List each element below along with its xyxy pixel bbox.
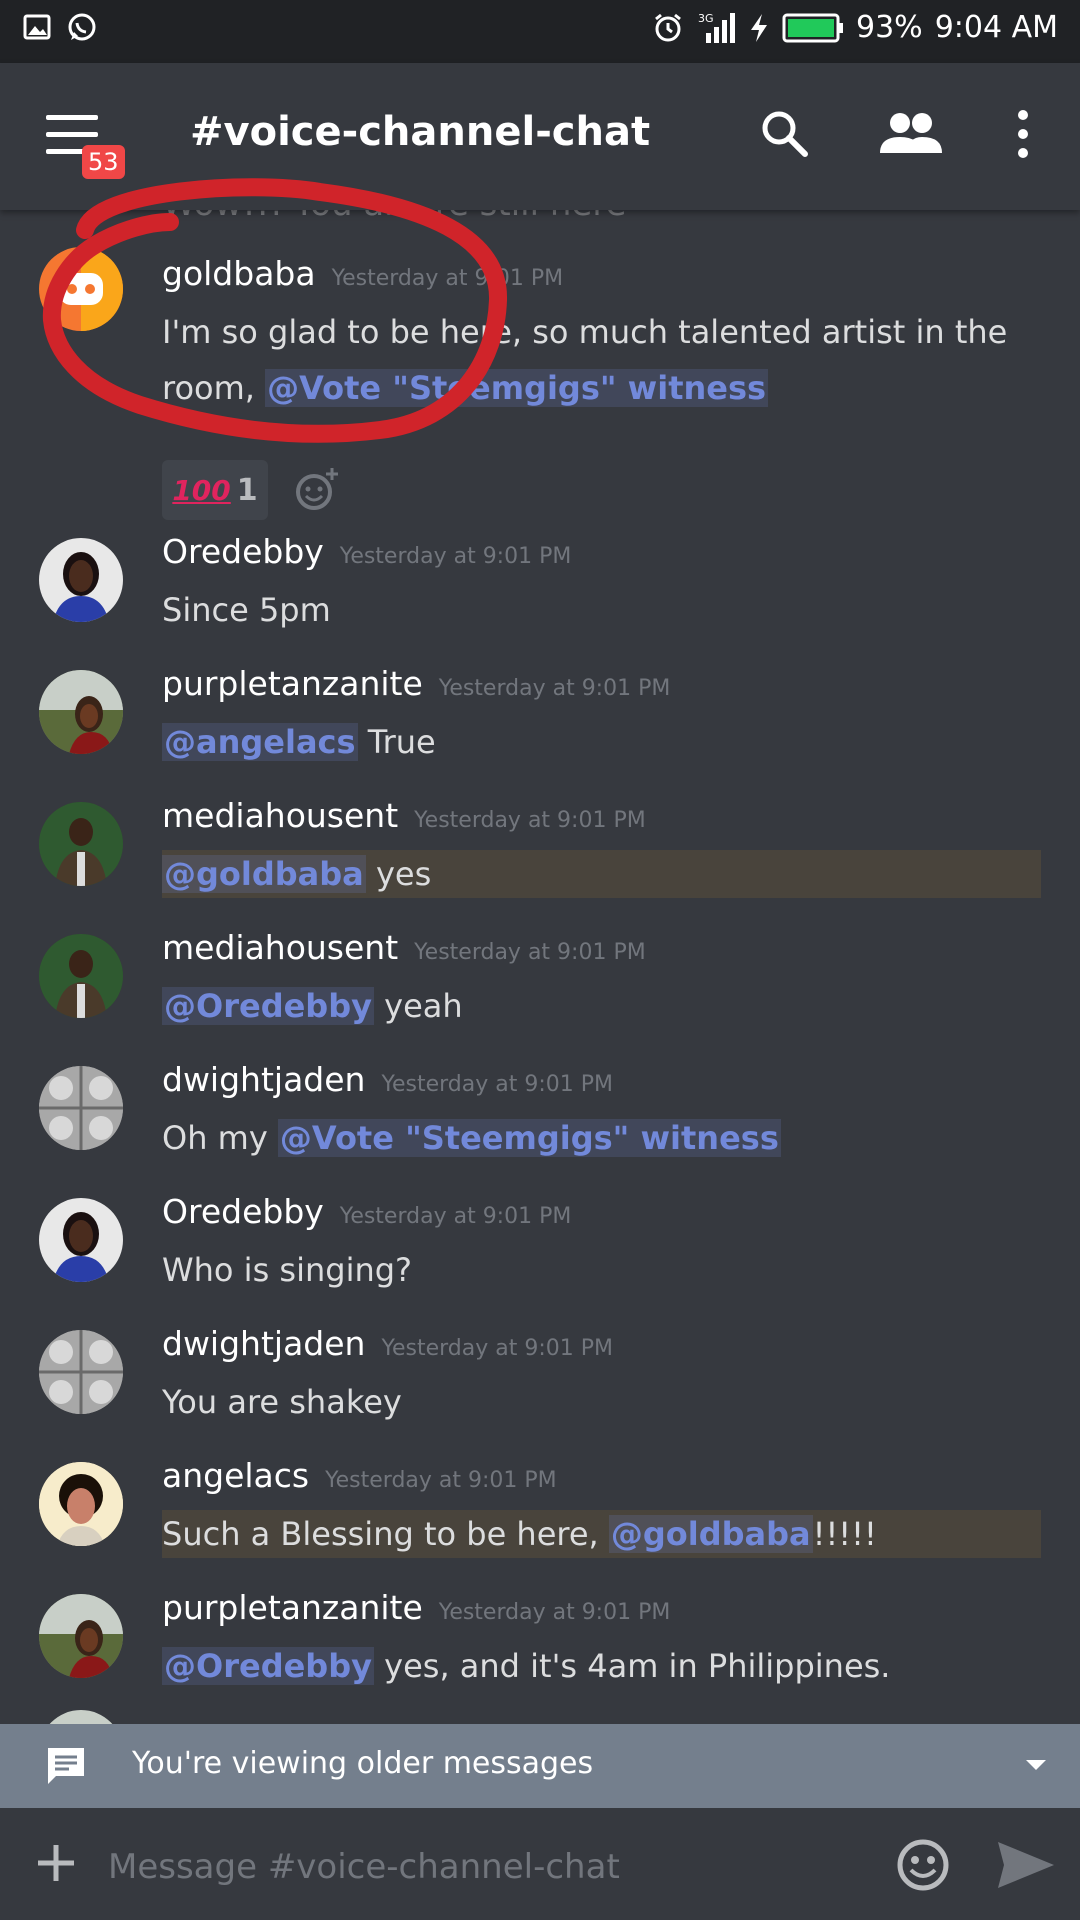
mention[interactable]: @angelacs xyxy=(162,723,358,761)
members-icon[interactable] xyxy=(878,107,944,165)
more-options-icon[interactable] xyxy=(1010,107,1036,165)
timestamp: Yesterday at 9:01 PM xyxy=(381,1072,614,1097)
alarm-icon xyxy=(652,12,684,44)
unread-badge: 53 xyxy=(82,145,125,179)
avatar[interactable] xyxy=(39,1462,123,1546)
message-text: I'm so glad to be here, so much talented… xyxy=(162,313,1008,407)
reaction-count: 1 xyxy=(236,472,258,508)
mention[interactable]: @goldbaba xyxy=(162,855,366,893)
username[interactable]: Oredebby xyxy=(162,532,324,571)
username[interactable]: goldbaba xyxy=(162,254,316,293)
status-bar: 3G 93% 9:04 AM xyxy=(0,0,1080,63)
jump-to-present-bar[interactable]: You're viewing older messages xyxy=(0,1724,1080,1808)
message-text: Oh my @Vote "Steemgigs" witness xyxy=(162,1119,781,1157)
username[interactable]: angelacs xyxy=(162,1456,309,1495)
message-text: @angelacs True xyxy=(162,723,436,761)
svg-text:3G: 3G xyxy=(698,12,714,25)
timestamp: Yesterday at 9:01 PM xyxy=(414,808,646,833)
timestamp: Yesterday at 9:01 PM xyxy=(414,940,646,965)
avatar[interactable] xyxy=(39,1710,123,1724)
signal-icon: 3G xyxy=(696,11,736,45)
message-list[interactable]: Wow!!! You all are still here goldbaba Ye… xyxy=(0,210,1080,1724)
message-text: @Oredebby yeah xyxy=(162,987,463,1025)
reaction-button[interactable]: 100 1 xyxy=(162,460,268,520)
channel-header: 53 #voice-channel-chat xyxy=(0,63,1080,210)
chevron-down-icon[interactable] xyxy=(1024,1758,1048,1778)
emoji-icon[interactable] xyxy=(896,1838,950,1896)
message-text: Since 5pm xyxy=(162,591,331,629)
username[interactable]: Oredebby xyxy=(162,1192,324,1231)
partial-message: Wow!!! You all are still here xyxy=(162,210,626,224)
timestamp: Yesterday at 9:01 PM xyxy=(381,1336,614,1361)
timestamp: Yesterday at 9:01 PM xyxy=(339,1204,572,1229)
avatar[interactable] xyxy=(39,247,123,331)
older-messages-label: You're viewing older messages xyxy=(132,1746,594,1781)
timestamp: Yesterday at 9:01 PM xyxy=(331,266,564,291)
mention[interactable]: @goldbaba xyxy=(608,1515,813,1553)
avatar[interactable] xyxy=(39,538,123,622)
avatar[interactable] xyxy=(39,1330,123,1414)
mention[interactable]: @Oredebby xyxy=(162,987,374,1025)
clock: 9:04 AM xyxy=(934,10,1058,45)
charging-icon xyxy=(748,12,770,44)
mention[interactable]: @Vote "Steemgigs" witness xyxy=(277,1119,781,1157)
add-reaction-icon[interactable] xyxy=(292,464,342,518)
send-icon[interactable] xyxy=(996,1840,1056,1894)
avatar[interactable] xyxy=(39,1594,123,1678)
username[interactable]: mediahousent xyxy=(162,928,398,967)
message-text: You are shakey xyxy=(162,1383,402,1421)
add-attachment-icon[interactable] xyxy=(34,1838,78,1898)
battery-icon xyxy=(782,12,844,44)
timestamp: Yesterday at 9:01 PM xyxy=(325,1468,557,1493)
battery-percent: 93% xyxy=(856,10,923,45)
avatar[interactable] xyxy=(39,670,123,754)
channel-title: #voice-channel-chat xyxy=(190,109,651,155)
message-input[interactable] xyxy=(106,1838,870,1896)
username[interactable]: mediahousent xyxy=(162,796,398,835)
avatar[interactable] xyxy=(39,1198,123,1282)
avatar[interactable] xyxy=(39,934,123,1018)
gallery-icon xyxy=(22,12,52,44)
whatsapp-icon xyxy=(66,12,98,44)
username[interactable]: dwightjaden xyxy=(162,1324,365,1363)
username[interactable]: dwightjaden xyxy=(162,1060,365,1099)
timestamp: Yesterday at 9:01 PM xyxy=(339,544,572,569)
avatar[interactable] xyxy=(39,802,123,886)
message-text: @goldbaba yes xyxy=(162,855,432,893)
message-composer xyxy=(0,1808,1080,1920)
chat-bubble-icon xyxy=(44,1744,88,1792)
username[interactable]: purpletanzanite xyxy=(162,664,423,703)
avatar[interactable] xyxy=(39,1066,123,1150)
search-icon[interactable] xyxy=(758,107,812,165)
username[interactable]: purpletanzanite xyxy=(162,1588,423,1627)
timestamp: Yesterday at 9:01 PM xyxy=(438,676,671,701)
message-text: Such a Blessing to be here, @goldbaba!!!… xyxy=(162,1515,877,1553)
hundred-points-icon: 100 xyxy=(172,473,231,507)
mention[interactable]: @Oredebby xyxy=(162,1647,374,1685)
message-text: @Oredebby yes, and it's 4am in Philippin… xyxy=(162,1647,891,1685)
mention[interactable]: @Vote "Steemgigs" witness xyxy=(265,369,769,407)
message-text: Who is singing? xyxy=(162,1251,413,1289)
timestamp: Yesterday at 9:01 PM xyxy=(438,1600,671,1625)
